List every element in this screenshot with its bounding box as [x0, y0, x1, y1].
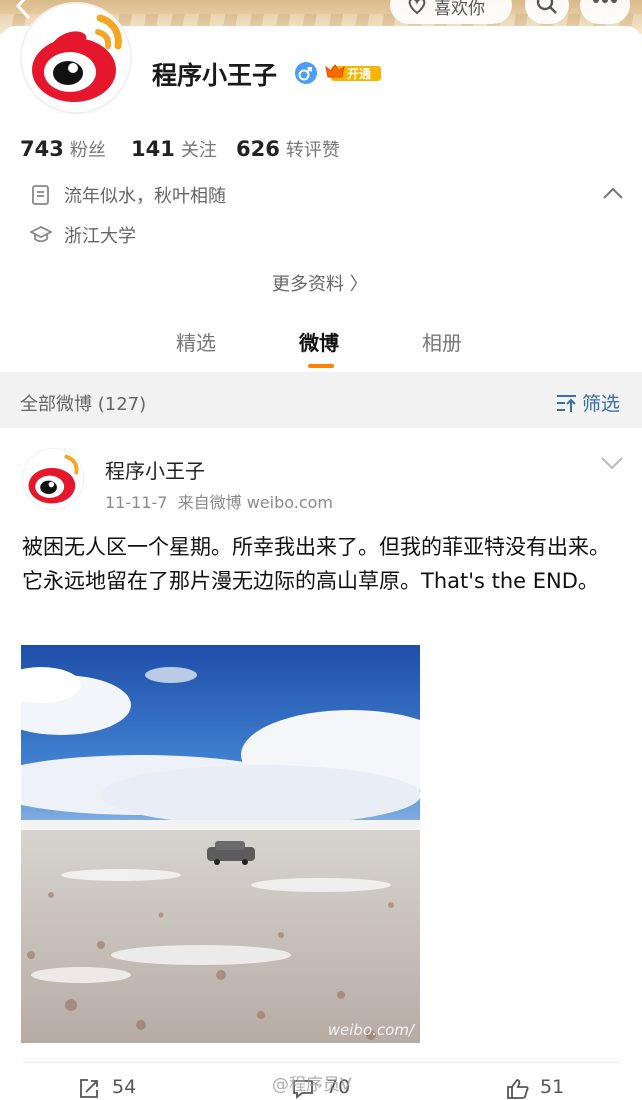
interactions-count: 626	[236, 137, 280, 161]
post-image[interactable]: weibo.com/	[21, 645, 420, 1043]
like-button[interactable]: 喜欢你	[390, 0, 512, 24]
chevron-left-icon	[15, 0, 31, 20]
chevron-up-icon[interactable]	[602, 186, 624, 200]
image-watermark: weibo.com/	[327, 1021, 414, 1039]
repost-icon	[80, 1079, 98, 1098]
more-dots-icon	[593, 0, 617, 3]
following-label: 关注	[180, 140, 217, 161]
all-posts-label[interactable]: 全部微博 (127)	[20, 390, 146, 416]
like-count: 51	[540, 1076, 565, 1098]
profile-name: 程序小王子	[152, 61, 278, 90]
post-author-avatar[interactable]	[22, 448, 84, 510]
male-gender-icon	[295, 62, 317, 84]
overlay-watermark: @程序员V	[272, 1075, 352, 1095]
like-button-label: 喜欢你	[434, 0, 485, 19]
search-icon	[536, 0, 557, 14]
post-meta: 11-11-7 来自微博 weibo.com	[105, 493, 334, 512]
filter-bar: 全部微博 (127) 筛选	[0, 372, 642, 428]
interactions-label: 转评赞	[285, 140, 340, 161]
post-author-name[interactable]: 程序小王子	[105, 455, 205, 484]
school-text: 浙江大学	[64, 226, 136, 247]
chevron-down-icon[interactable]	[600, 456, 624, 470]
document-icon	[32, 185, 49, 205]
filter-icon	[557, 395, 576, 412]
profile-avatar[interactable]	[20, 2, 132, 114]
followers-count: 743	[20, 137, 64, 161]
bio-text: 流年似水，秋叶相随	[64, 186, 226, 207]
post-action-divider	[22, 1062, 620, 1063]
vip-badge[interactable]: 开通	[325, 63, 381, 83]
vip-badge-label: 开通	[347, 67, 372, 81]
post-text: 被困无人区一个星期。所幸我出来了。但我的菲亚特没有出来。它永远地留在了那片漫无边…	[22, 535, 610, 593]
back-button[interactable]	[14, 0, 34, 26]
weibo-logo-icon	[22, 4, 130, 112]
followers-label: 粉丝	[69, 140, 106, 161]
interactions-stat[interactable]: 626 转评赞	[236, 136, 340, 162]
tab-weibo[interactable]: 微博	[299, 327, 339, 356]
weibo-logo-icon	[23, 449, 83, 509]
tab-featured[interactable]: 精选	[176, 327, 216, 356]
following-count: 141	[131, 137, 175, 161]
tab-album[interactable]: 相册	[422, 327, 462, 356]
followers-stat[interactable]: 743 粉丝	[20, 136, 106, 162]
repost-count: 54	[112, 1076, 137, 1098]
filter-button[interactable]: 筛选	[582, 389, 620, 416]
graduation-cap-icon	[30, 225, 52, 243]
heart-icon	[408, 0, 426, 15]
active-tab-indicator	[308, 364, 334, 368]
following-stat[interactable]: 141 关注	[131, 136, 217, 162]
thumbs-up-icon	[507, 1079, 529, 1099]
more-info-link[interactable]: 更多资料 〉	[272, 270, 368, 296]
